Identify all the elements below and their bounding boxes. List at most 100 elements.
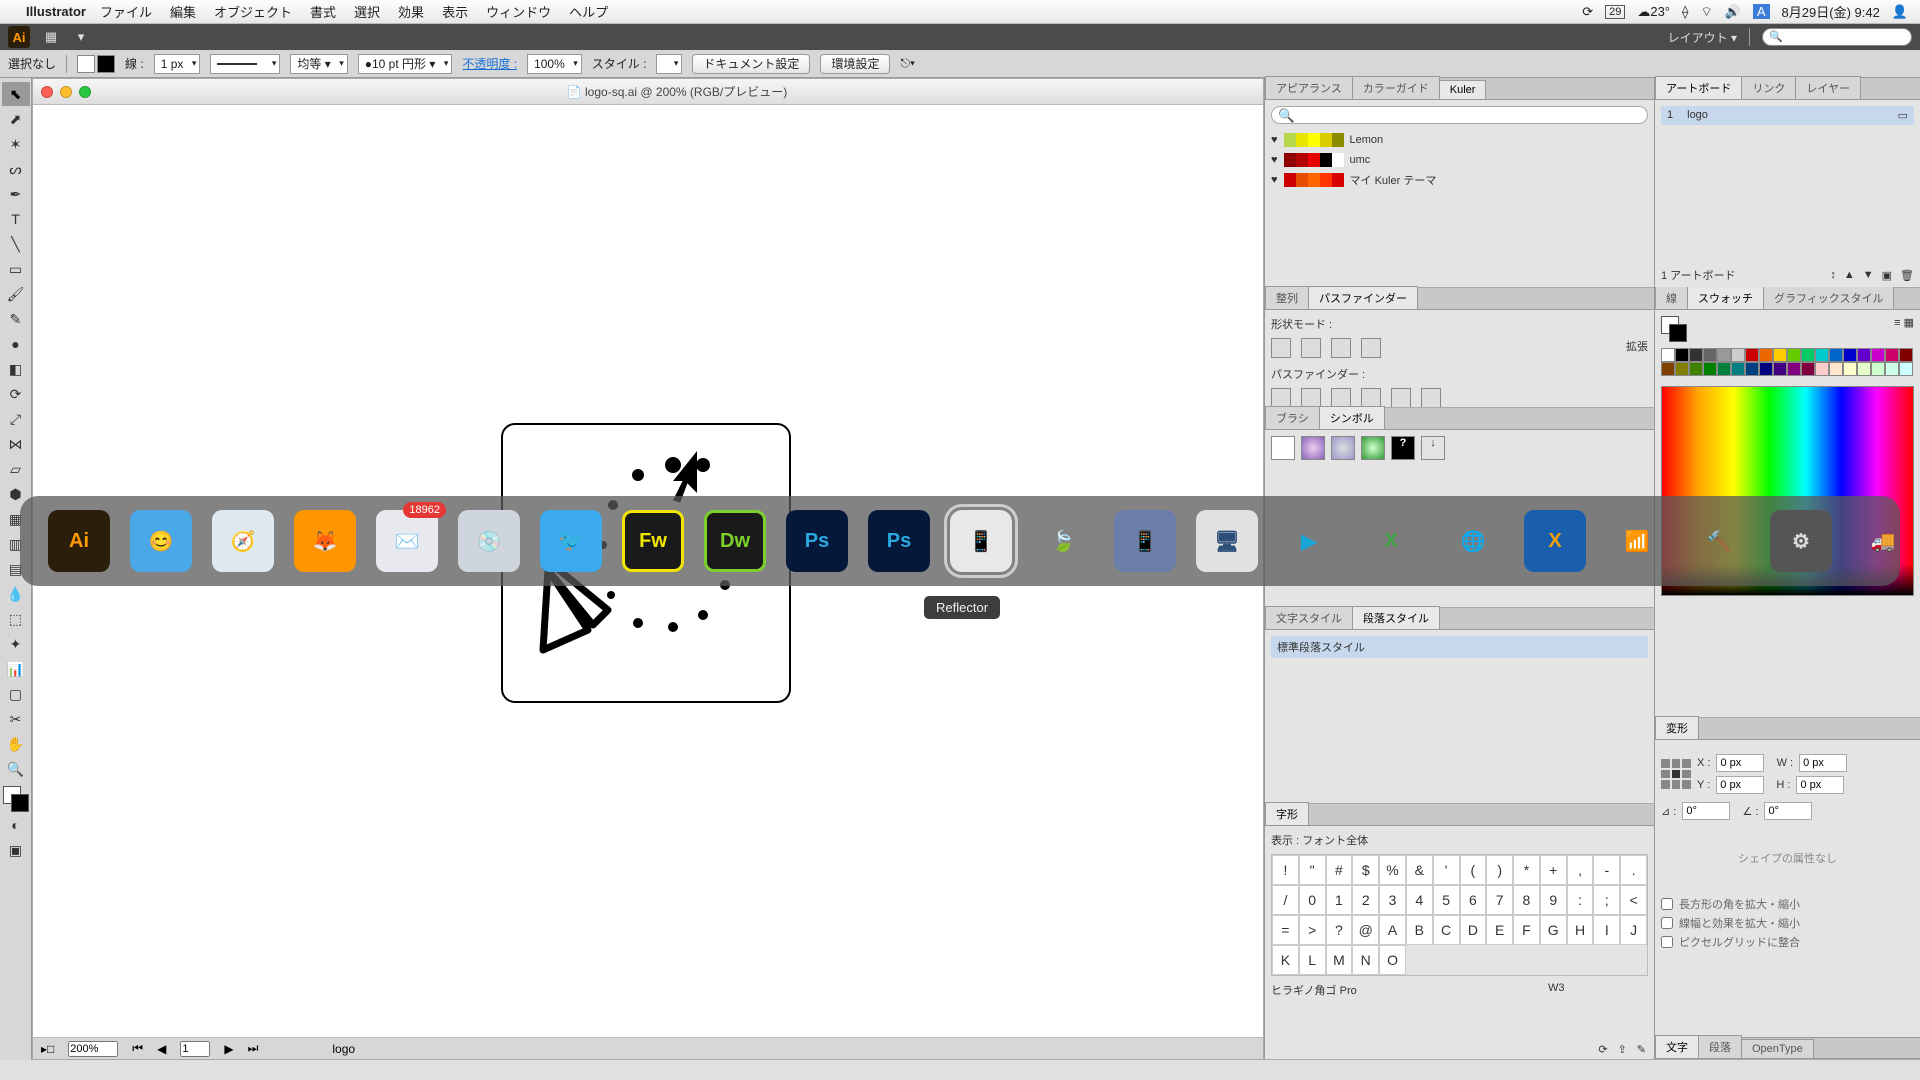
glyph-cell[interactable]: 1 xyxy=(1326,885,1353,915)
glyph-cell[interactable]: E xyxy=(1486,915,1513,945)
menu-object[interactable]: オブジェクト xyxy=(214,2,292,21)
input-source-icon[interactable]: A xyxy=(1753,4,1770,19)
glyph-cell[interactable]: 2 xyxy=(1352,885,1379,915)
pf-minusback-icon[interactable] xyxy=(1421,388,1441,407)
dock-app-photoshop2[interactable]: Ps xyxy=(868,510,930,572)
dock-app-safari[interactable]: 🧭 xyxy=(212,510,274,572)
artboard-nav-up-icon[interactable]: ↕ xyxy=(1830,269,1836,282)
swatch-cell[interactable] xyxy=(1885,348,1899,362)
swatch-cell[interactable] xyxy=(1801,362,1815,376)
swatch-cell[interactable] xyxy=(1661,348,1675,362)
window-minimize-button[interactable] xyxy=(60,86,72,98)
opacity-dropdown[interactable]: 100% xyxy=(527,54,582,74)
symbol-thumb-5[interactable]: ? xyxy=(1391,436,1415,460)
artboard-move-down-icon[interactable]: ▼ xyxy=(1863,269,1874,282)
rotate-tool[interactable]: ⟳ xyxy=(2,382,30,406)
tab-links[interactable]: リンク xyxy=(1741,76,1796,99)
menu-effect[interactable]: 効果 xyxy=(398,2,424,21)
glyph-cell[interactable]: @ xyxy=(1352,915,1379,945)
dock-app-finder[interactable]: 😊 xyxy=(130,510,192,572)
swatch-cell[interactable] xyxy=(1829,348,1843,362)
dock-app-chrome[interactable]: 🌐 xyxy=(1442,510,1504,572)
fill-swatch[interactable] xyxy=(77,55,95,73)
free-transform-tool[interactable]: ▱ xyxy=(2,457,30,481)
glyph-cell[interactable]: = xyxy=(1272,915,1299,945)
dock-app-tablet[interactable]: 📱 xyxy=(1114,510,1176,572)
glyph-cell[interactable]: " xyxy=(1299,855,1326,885)
tab-swatches[interactable]: スウォッチ xyxy=(1687,286,1764,309)
glyph-cell[interactable]: # xyxy=(1326,855,1353,885)
pencil-tool[interactable]: ✎ xyxy=(2,307,30,331)
swatch-cell[interactable] xyxy=(1717,362,1731,376)
kuler-search-input[interactable] xyxy=(1271,106,1648,124)
spotlight-icon[interactable]: 👤 xyxy=(1892,4,1908,20)
app-menu-name[interactable]: Illustrator xyxy=(26,4,86,19)
glyph-cell[interactable]: * xyxy=(1513,855,1540,885)
nav-prev-icon[interactable]: ◀ xyxy=(157,1042,166,1056)
menu-view[interactable]: 表示 xyxy=(442,2,468,21)
glyph-grid[interactable]: !"#$%&'()*+,-./0123456789:;<=>?@ABCDEFGH… xyxy=(1271,854,1648,976)
swatch-cell[interactable] xyxy=(1787,362,1801,376)
lasso-tool[interactable]: ᔕ xyxy=(2,157,30,181)
glyph-cell[interactable]: ' xyxy=(1433,855,1460,885)
artboard-move-up-icon[interactable]: ▲ xyxy=(1844,269,1855,282)
swatch-cell[interactable] xyxy=(1815,348,1829,362)
stroke-profile-dropdown[interactable] xyxy=(210,54,280,74)
glyph-cell[interactable]: % xyxy=(1379,855,1406,885)
glyph-cell[interactable]: ; xyxy=(1593,885,1620,915)
swatch-cell[interactable] xyxy=(1899,348,1913,362)
artboard-row[interactable]: 1 logo ▭ xyxy=(1661,106,1914,125)
transform-w-input[interactable] xyxy=(1799,754,1847,772)
menu-help[interactable]: ヘルプ xyxy=(569,2,608,21)
swatch-cell[interactable] xyxy=(1731,362,1745,376)
tab-align[interactable]: 整列 xyxy=(1265,286,1309,309)
swatch-cell[interactable] xyxy=(1801,348,1815,362)
swatch-cell[interactable] xyxy=(1843,362,1857,376)
help-search-input[interactable] xyxy=(1762,28,1912,46)
symbol-thumb-4[interactable] xyxy=(1361,436,1385,460)
eraser-tool[interactable]: ◧ xyxy=(2,357,30,381)
transform-y-input[interactable] xyxy=(1716,776,1764,794)
glyph-cell[interactable]: ? xyxy=(1326,915,1353,945)
dock-app-disc[interactable]: 💿 xyxy=(458,510,520,572)
app-switcher[interactable]: Ai😊🧭🦊✉️18962💿🐦FwDwPsPs📱🍃📱🖥▶X🌐X📶🔨⚙🚚 xyxy=(20,496,1900,586)
dock-app-xcode[interactable]: 🔨 xyxy=(1688,510,1750,572)
tab-brushes[interactable]: ブラシ xyxy=(1265,406,1320,429)
dock-app-mail[interactable]: ✉️18962 xyxy=(376,510,438,572)
type-tool[interactable]: T xyxy=(2,207,30,231)
transform-shear-input[interactable] xyxy=(1764,802,1812,820)
swatch-cell[interactable] xyxy=(1745,348,1759,362)
tab-paragraph[interactable]: 段落 xyxy=(1698,1035,1742,1058)
nav-first-icon[interactable]: ⏮ xyxy=(132,1041,143,1056)
glyph-cell[interactable]: 5 xyxy=(1433,885,1460,915)
swatch-cell[interactable] xyxy=(1731,348,1745,362)
transform-angle-input[interactable] xyxy=(1682,802,1730,820)
glyph-cell[interactable]: M xyxy=(1326,945,1353,975)
stroke-swatch[interactable] xyxy=(97,55,115,73)
glyph-cell[interactable]: D xyxy=(1460,915,1487,945)
scale-corners-checkbox[interactable] xyxy=(1661,898,1673,910)
swatch-cell[interactable] xyxy=(1675,348,1689,362)
pf-merge-icon[interactable] xyxy=(1331,388,1351,407)
pf-divide-icon[interactable] xyxy=(1271,388,1291,407)
workspace-switcher[interactable]: レイアウト ▾ xyxy=(1668,29,1737,46)
preferences-button[interactable]: 環境設定 xyxy=(820,54,890,74)
weather-icon[interactable]: ☁23° xyxy=(1637,4,1670,20)
tab-transform[interactable]: 変形 xyxy=(1655,716,1699,739)
eyedropper-tool[interactable]: 💧 xyxy=(2,582,30,606)
tab-pathfinder[interactable]: パスファインダー xyxy=(1308,286,1418,309)
pen-tool[interactable]: ✒ xyxy=(2,182,30,206)
glyph-cell[interactable]: ) xyxy=(1486,855,1513,885)
glyph-cell[interactable]: F xyxy=(1513,915,1540,945)
status-icon-1[interactable]: ⟳ xyxy=(1582,4,1593,20)
magic-wand-tool[interactable]: ✶ xyxy=(2,132,30,156)
bridge-icon[interactable]: ▦ xyxy=(42,28,60,46)
swatch-cell[interactable] xyxy=(1759,348,1773,362)
pf-outline-icon[interactable] xyxy=(1391,388,1411,407)
dock-app-leaf[interactable]: 🍃 xyxy=(1032,510,1094,572)
glyph-cell[interactable]: ( xyxy=(1460,855,1487,885)
swatch-cell[interactable] xyxy=(1689,348,1703,362)
status-menu-icon[interactable]: ▸□ xyxy=(41,1042,54,1056)
dock-app-quicktime[interactable]: ▶ xyxy=(1278,510,1340,572)
glyph-cell[interactable]: 4 xyxy=(1406,885,1433,915)
